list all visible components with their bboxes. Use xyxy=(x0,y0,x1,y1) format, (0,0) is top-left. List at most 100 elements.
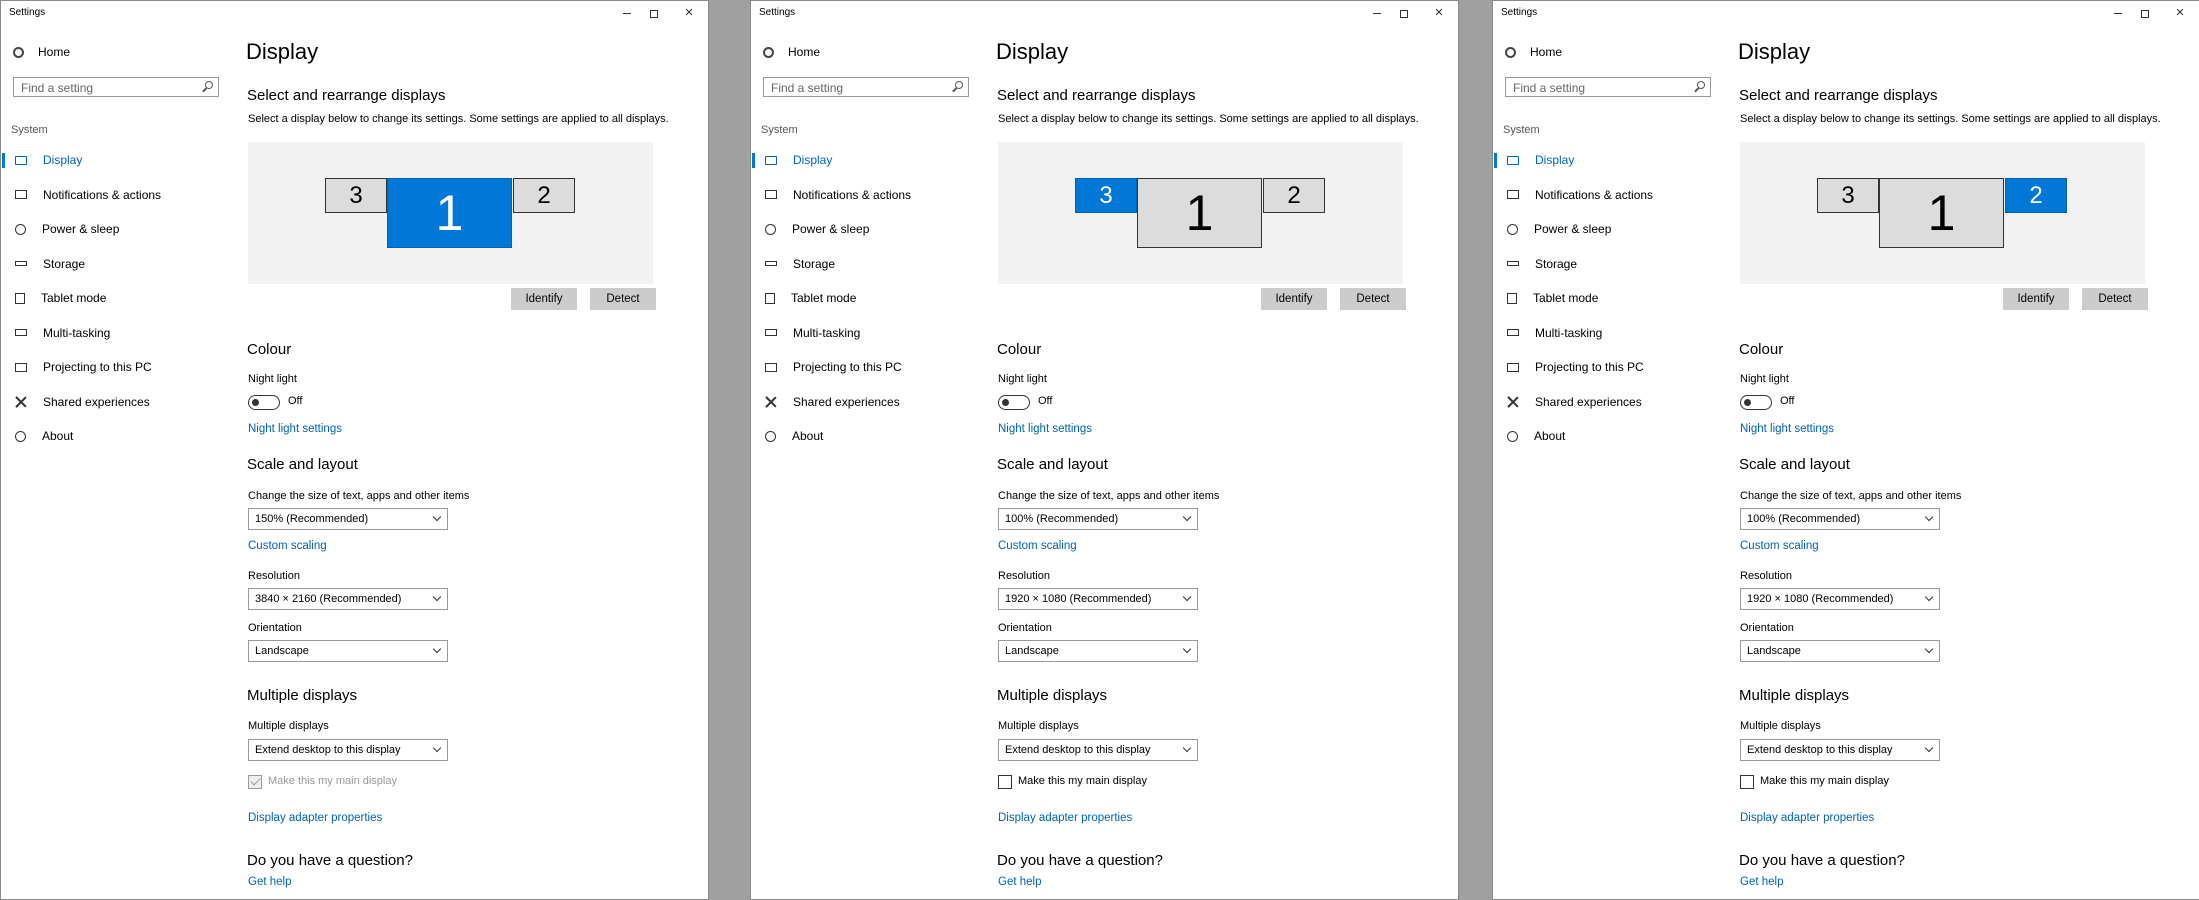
resolution-dropdown[interactable]: 3840 × 2160 (Recommended) xyxy=(248,588,448,610)
monitor-3[interactable]: 3 xyxy=(325,178,387,213)
search-icon[interactable] xyxy=(205,81,213,89)
custom-scaling-link[interactable]: Custom scaling xyxy=(1740,540,1819,552)
search-icon[interactable] xyxy=(955,81,963,89)
sidebar-item-shared-experiences[interactable]: Shared experiences xyxy=(751,385,981,420)
sidebar-item-multi-tasking[interactable]: Multi-tasking xyxy=(751,316,981,351)
night-light-toggle[interactable] xyxy=(1740,395,1772,410)
title-bar[interactable]: Settings × xyxy=(751,1,1458,25)
monitor-2[interactable]: 2 xyxy=(2005,178,2067,213)
title-bar[interactable]: Settings × xyxy=(1,1,708,25)
main-display-checkbox[interactable] xyxy=(1740,775,1754,789)
multiple-displays-label: Multiple displays xyxy=(1740,720,1821,732)
maximize-button[interactable] xyxy=(643,4,665,22)
sidebar-item-projecting-to-this-pc[interactable]: Projecting to this PC xyxy=(751,350,981,385)
sidebar-item-multi-tasking[interactable]: Multi-tasking xyxy=(1493,316,1723,351)
night-light-settings-link[interactable]: Night light settings xyxy=(248,423,342,435)
sidebar-item-shared-experiences[interactable]: Shared experiences xyxy=(1493,385,1723,420)
scale-dropdown[interactable]: 100% (Recommended) xyxy=(1740,508,1940,530)
resolution-dropdown[interactable]: 1920 × 1080 (Recommended) xyxy=(1740,588,1940,610)
night-light-settings-link[interactable]: Night light settings xyxy=(998,423,1092,435)
sidebar-item-notifications-actions[interactable]: Notifications & actions xyxy=(1493,178,1723,213)
multiple-displays-dropdown[interactable]: Extend desktop to this display xyxy=(998,739,1198,761)
get-help-link[interactable]: Get help xyxy=(1740,876,1783,888)
detect-button[interactable]: Detect xyxy=(2082,288,2148,310)
sidebar-item-tablet-mode[interactable]: Tablet mode xyxy=(751,281,981,316)
display-arrangement-canvas[interactable]: 3 1 2 xyxy=(248,142,653,284)
detect-button[interactable]: Detect xyxy=(1340,288,1406,310)
maximize-button[interactable] xyxy=(1393,4,1415,22)
resolution-value: 1920 × 1080 (Recommended) xyxy=(1005,593,1152,605)
orientation-dropdown[interactable]: Landscape xyxy=(248,640,448,662)
orientation-dropdown[interactable]: Landscape xyxy=(1740,640,1940,662)
monitor-3[interactable]: 3 xyxy=(1817,178,1879,213)
sidebar-item-about[interactable]: About xyxy=(1,419,231,454)
display-arrangement-canvas[interactable]: 3 1 2 xyxy=(1740,142,2145,284)
detect-button[interactable]: Detect xyxy=(590,288,656,310)
sidebar-item-display[interactable]: Display xyxy=(751,143,981,178)
sidebar-item-notifications-actions[interactable]: Notifications & actions xyxy=(751,178,981,213)
orientation-dropdown[interactable]: Landscape xyxy=(998,640,1198,662)
minimize-button[interactable] xyxy=(1366,4,1388,22)
sidebar-item-about[interactable]: About xyxy=(751,419,981,454)
search-icon[interactable] xyxy=(1697,81,1705,89)
monitor-2[interactable]: 2 xyxy=(513,178,575,213)
multiple-displays-dropdown[interactable]: Extend desktop to this display xyxy=(1740,739,1940,761)
scale-dropdown[interactable]: 100% (Recommended) xyxy=(998,508,1198,530)
get-help-link[interactable]: Get help xyxy=(248,876,291,888)
sidebar-item-storage[interactable]: Storage xyxy=(751,247,981,282)
close-button[interactable]: × xyxy=(1428,4,1450,22)
title-bar[interactable]: Settings × xyxy=(1493,1,2199,25)
monitor-2[interactable]: 2 xyxy=(1263,178,1325,213)
sidebar-item-projecting-to-this-pc[interactable]: Projecting to this PC xyxy=(1493,350,1723,385)
monitor-1[interactable]: 1 xyxy=(1137,178,1262,248)
resolution-dropdown[interactable]: 1920 × 1080 (Recommended) xyxy=(998,588,1198,610)
identify-button[interactable]: Identify xyxy=(511,288,577,310)
sidebar-item-storage[interactable]: Storage xyxy=(1493,247,1723,282)
sidebar-item-display[interactable]: Display xyxy=(1,143,231,178)
custom-scaling-link[interactable]: Custom scaling xyxy=(998,540,1077,552)
sidebar-item-power-sleep[interactable]: Power & sleep xyxy=(751,212,981,247)
sidebar-item-storage[interactable]: Storage xyxy=(1,247,231,282)
night-light-label: Night light xyxy=(998,373,1047,385)
close-button[interactable]: × xyxy=(2169,4,2191,22)
search-input[interactable]: Find a setting xyxy=(1505,77,1711,97)
search-input[interactable]: Find a setting xyxy=(763,77,969,97)
identify-button[interactable]: Identify xyxy=(2003,288,2069,310)
minimize-button[interactable] xyxy=(2107,4,2129,22)
night-light-toggle[interactable] xyxy=(998,395,1030,410)
sidebar-item-about[interactable]: About xyxy=(1493,419,1723,454)
sidebar-item-power-sleep[interactable]: Power & sleep xyxy=(1493,212,1723,247)
display-adapter-properties-link[interactable]: Display adapter properties xyxy=(1740,812,1874,824)
sidebar-item-projecting-to-this-pc[interactable]: Projecting to this PC xyxy=(1,350,231,385)
display-adapter-properties-link[interactable]: Display adapter properties xyxy=(998,812,1132,824)
sidebar-item-tablet-mode[interactable]: Tablet mode xyxy=(1493,281,1723,316)
multiple-displays-dropdown[interactable]: Extend desktop to this display xyxy=(248,739,448,761)
sidebar-item-power-sleep[interactable]: Power & sleep xyxy=(1,212,231,247)
get-help-link[interactable]: Get help xyxy=(998,876,1041,888)
monitor-3[interactable]: 3 xyxy=(1075,178,1137,213)
home-link[interactable]: Home xyxy=(763,45,820,59)
identify-button[interactable]: Identify xyxy=(1261,288,1327,310)
custom-scaling-link[interactable]: Custom scaling xyxy=(248,540,327,552)
scale-dropdown[interactable]: 150% (Recommended) xyxy=(248,508,448,530)
display-adapter-properties-link[interactable]: Display adapter properties xyxy=(248,812,382,824)
sidebar-item-multi-tasking[interactable]: Multi-tasking xyxy=(1,316,231,351)
night-light-settings-link[interactable]: Night light settings xyxy=(1740,423,1834,435)
sidebar-item-tablet-mode[interactable]: Tablet mode xyxy=(1,281,231,316)
search-input[interactable]: Find a setting xyxy=(13,77,219,97)
main-display-checkbox[interactable] xyxy=(998,775,1012,789)
monitor-1[interactable]: 1 xyxy=(387,178,512,248)
home-link[interactable]: Home xyxy=(1505,45,1562,59)
monitor-1[interactable]: 1 xyxy=(1879,178,2004,248)
night-light-toggle[interactable] xyxy=(248,395,280,410)
minimize-button[interactable] xyxy=(616,4,638,22)
sidebar-item-shared-experiences[interactable]: Shared experiences xyxy=(1,385,231,420)
maximize-button[interactable] xyxy=(2134,4,2156,22)
sidebar-item-notifications-actions[interactable]: Notifications & actions xyxy=(1,178,231,213)
sidebar-item-display[interactable]: Display xyxy=(1493,143,1723,178)
home-link[interactable]: Home xyxy=(13,45,70,59)
notifications-icon xyxy=(1507,190,1519,200)
main-display-checkbox[interactable] xyxy=(248,775,262,789)
display-arrangement-canvas[interactable]: 3 1 2 xyxy=(998,142,1403,284)
close-button[interactable]: × xyxy=(678,4,700,22)
